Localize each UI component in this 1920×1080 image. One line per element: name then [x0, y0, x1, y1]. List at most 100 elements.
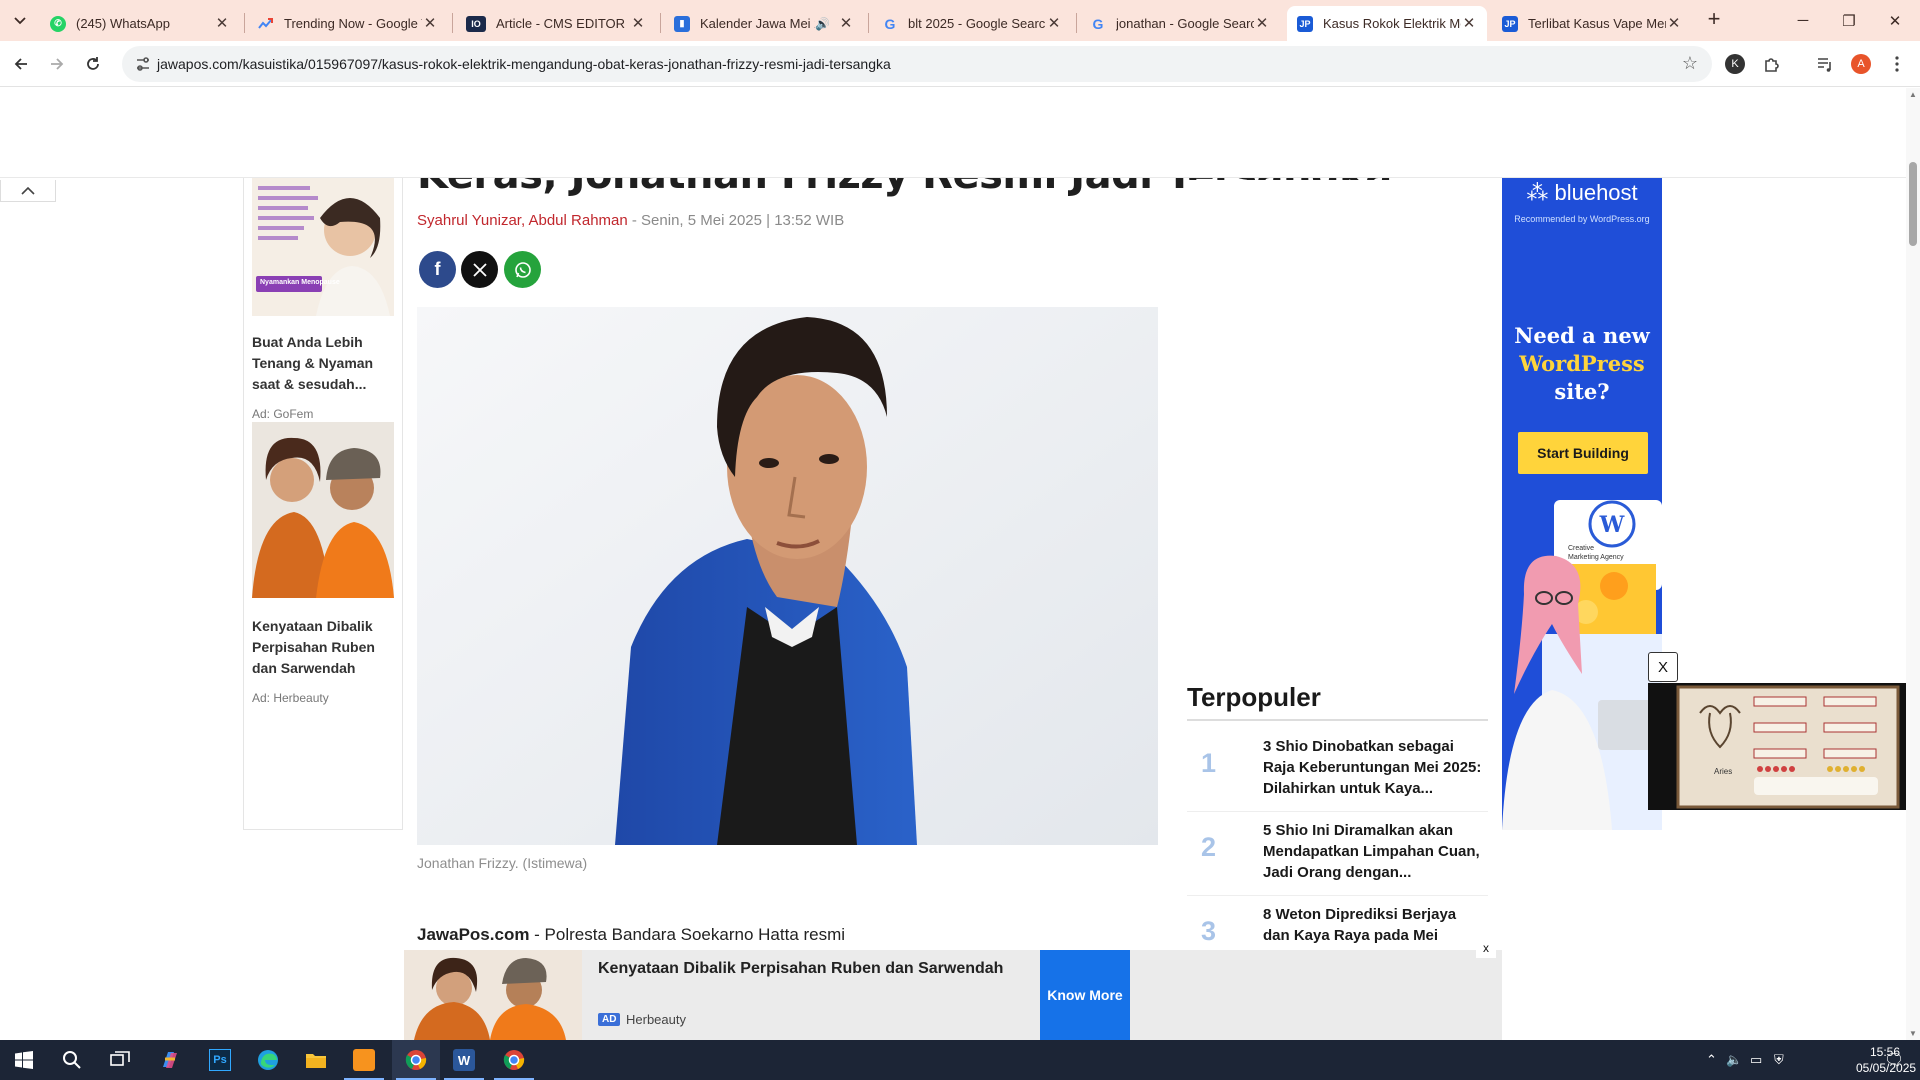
ad-source-gofem[interactable]: Ad: GoFem — [252, 407, 313, 421]
share-facebook-button[interactable]: f — [419, 251, 456, 288]
google-trends-icon — [258, 16, 274, 32]
tab-google-trends[interactable]: Trending Now - Google Trends ✕ — [248, 6, 448, 41]
extensions-button[interactable] — [1759, 51, 1785, 77]
tab-whatsapp[interactable]: ✆ (245) WhatsApp ✕ — [40, 6, 240, 41]
share-x-button[interactable] — [461, 251, 498, 288]
bluehost-ad[interactable]: ⁂ bluehost Recommended by WordPress.org … — [1502, 178, 1662, 830]
start-button[interactable] — [0, 1040, 48, 1080]
taskbar-edge[interactable] — [244, 1040, 292, 1080]
bottom-ad-source: Herbeauty — [626, 1012, 686, 1027]
ad-couple-photo — [252, 422, 394, 598]
floating-video-player[interactable]: Aries — [1648, 683, 1906, 810]
show-hidden-icons[interactable]: ⌃ — [1706, 1052, 1717, 1068]
speaker-icon[interactable]: 🔊 — [815, 17, 830, 31]
tab-separator — [1076, 13, 1077, 33]
tab-cms-editor[interactable]: IO Article - CMS EDITOR ✕ — [456, 6, 656, 41]
tab-jonathan-search[interactable]: G jonathan - Google Search ✕ — [1080, 6, 1280, 41]
minimize-button[interactable]: ─ — [1780, 0, 1826, 41]
forward-button[interactable] — [42, 49, 72, 79]
tab-kalender-jawa[interactable]: ▮ Kalender Jawa Mei 2025 🔊 ✕ — [664, 6, 864, 41]
doc-icon: ▮ — [674, 15, 690, 32]
bottom-ad-close-button[interactable]: x — [1476, 938, 1496, 958]
start-building-button[interactable]: Start Building — [1518, 432, 1648, 474]
network-icon[interactable]: ▭ — [1750, 1052, 1762, 1068]
collapse-ad-button[interactable] — [0, 180, 56, 202]
tab-kasus-rokok-active[interactable]: JP Kasus Rokok Elektrik Mengandung ✕ — [1287, 6, 1487, 41]
tab-title: blt 2025 - Google Search — [908, 16, 1046, 31]
ad-image-herbeauty[interactable] — [252, 422, 394, 598]
agency-label: Creative Marketing Agency — [1568, 545, 1624, 561]
taskbar-file-explorer[interactable] — [292, 1040, 340, 1080]
site-settings-icon[interactable] — [134, 55, 152, 73]
taskbar-chrome-2[interactable] — [490, 1040, 538, 1080]
address-bar[interactable]: jawapos.com/kasuistika/015967097/kasus-r… — [122, 46, 1712, 82]
reload-button[interactable] — [78, 49, 108, 79]
share-whatsapp-button[interactable] — [504, 251, 541, 288]
close-tab-icon[interactable]: ✕ — [1666, 15, 1682, 32]
close-tab-icon[interactable]: ✕ — [1254, 15, 1270, 32]
google-icon: G — [1092, 15, 1104, 32]
media-control-button[interactable] — [1812, 51, 1838, 77]
profile-avatar[interactable]: A — [1848, 51, 1874, 77]
url-text[interactable]: jawapos.com/kasuistika/015967097/kasus-r… — [157, 56, 891, 72]
popular-item[interactable]: 2 5 Shio Ini Diramalkan akan Mendapatkan… — [1187, 812, 1488, 896]
new-tab-button[interactable]: + — [1702, 8, 1726, 32]
close-tab-icon[interactable]: ✕ — [422, 15, 438, 32]
chevron-up-icon — [21, 186, 35, 195]
taskbar-photoshop[interactable]: Ps — [196, 1040, 244, 1080]
bluehost-recommended: Recommended by WordPress.org — [1514, 214, 1650, 224]
author-link[interactable]: Syahrul Yunizar — [417, 212, 521, 229]
close-window-button[interactable]: ✕ — [1872, 0, 1918, 41]
back-button[interactable] — [6, 49, 36, 79]
page-scrollbar[interactable]: ▲ ▼ — [1906, 88, 1920, 1040]
ad-title-gofem[interactable]: Buat Anda Lebih Tenang & Nyaman saat & s… — [252, 332, 397, 395]
close-tab-icon[interactable]: ✕ — [1461, 15, 1477, 32]
ad-source-herbeauty[interactable]: Ad: Herbeauty — [252, 691, 329, 705]
notification-icon[interactable]: 🗨 — [1884, 1050, 1904, 1070]
popular-rank: 3 — [1201, 916, 1217, 946]
google-icon: G — [884, 15, 896, 32]
taskbar-copilot[interactable] — [146, 1040, 194, 1080]
bottom-ad-title[interactable]: Kenyataan Dibalik Perpisahan Ruben dan S… — [598, 960, 1003, 978]
tab-title: Terlibat Kasus Vape Mengandung — [1528, 16, 1666, 31]
close-tab-icon[interactable]: ✕ — [838, 15, 854, 32]
task-view-button[interactable] — [96, 1040, 144, 1080]
article-hero-image[interactable] — [417, 307, 1158, 845]
popular-title[interactable]: 3 Shio Dinobatkan sebagai Raja Keberuntu… — [1263, 736, 1483, 799]
video-close-button[interactable]: X — [1648, 652, 1678, 682]
ad-title-herbeauty[interactable]: Kenyataan Dibalik Perpisahan Ruben dan S… — [252, 616, 397, 679]
security-icon[interactable]: ⛨ — [1774, 1052, 1784, 1068]
bookmark-star-icon[interactable]: ☆ — [1682, 53, 1698, 74]
popular-rank: 2 — [1201, 832, 1217, 862]
taskbar-app-orange[interactable] — [340, 1040, 388, 1080]
extension-avatar[interactable]: K — [1722, 51, 1748, 77]
popular-item[interactable]: 1 3 Shio Dinobatkan sebagai Raja Keberun… — [1187, 728, 1488, 812]
tab-terlibat-vape[interactable]: JP Terlibat Kasus Vape Mengandung ✕ — [1492, 6, 1692, 41]
profile-initial: A — [1851, 54, 1871, 74]
tab-blt-search[interactable]: G blt 2025 - Google Search ✕ — [872, 6, 1072, 41]
taskbar-chrome[interactable] — [392, 1040, 440, 1080]
ad-image-gofem[interactable]: Nyamankan Menopause — [252, 178, 394, 316]
author-link[interactable]: Abdul Rahman — [528, 212, 627, 229]
tab-search-button[interactable] — [8, 9, 32, 33]
scroll-down-icon[interactable]: ▼ — [1909, 1029, 1917, 1038]
popular-title[interactable]: 8 Weton Diprediksi Berjaya dan Kaya Raya… — [1263, 904, 1483, 946]
close-tab-icon[interactable]: ✕ — [1046, 15, 1062, 32]
close-tab-icon[interactable]: ✕ — [630, 15, 646, 32]
scroll-up-icon[interactable]: ▲ — [1909, 90, 1917, 99]
windows-taskbar: Ps W ⌃ 🔈 ▭ ⛨ 15:56 05/05/2025 🗨 — [0, 1040, 1920, 1080]
taskbar-word[interactable]: W — [440, 1040, 488, 1080]
bottom-ad-image[interactable] — [404, 950, 582, 1040]
browser-menu-button[interactable] — [1884, 51, 1910, 77]
taskbar-search-button[interactable] — [48, 1040, 96, 1080]
lead-text: - Polresta Bandara Soekarno Hatta resmi — [529, 925, 846, 944]
reload-icon — [87, 57, 99, 70]
popular-title[interactable]: 5 Shio Ini Diramalkan akan Mendapatkan L… — [1263, 820, 1483, 883]
restore-button[interactable]: ❐ — [1826, 0, 1872, 41]
bottom-sticky-ad[interactable]: Kenyataan Dibalik Perpisahan Ruben dan S… — [404, 938, 1502, 1040]
article-byline: Syahrul Yunizar, Abdul Rahman - Senin, 5… — [417, 212, 844, 229]
know-more-button[interactable]: Know More — [1040, 950, 1130, 1040]
close-tab-icon[interactable]: ✕ — [214, 15, 230, 32]
scrollbar-thumb[interactable] — [1909, 162, 1917, 246]
volume-icon[interactable]: 🔈 — [1726, 1052, 1742, 1068]
